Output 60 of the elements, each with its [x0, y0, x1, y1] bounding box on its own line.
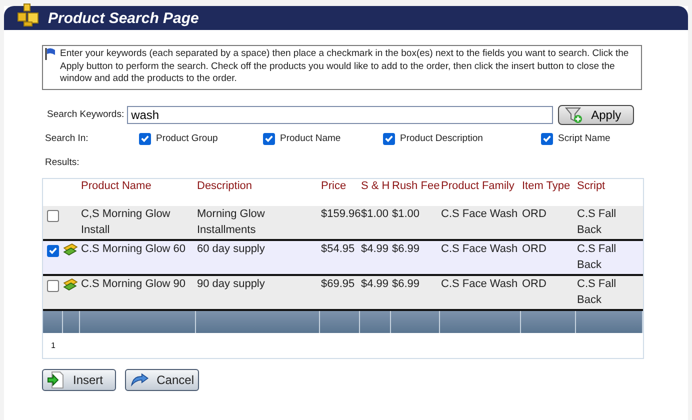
row-checkbox[interactable] [47, 244, 59, 256]
window-title: Product Search Page [48, 10, 199, 26]
flag-icon [45, 48, 56, 60]
table-cell: C.S Face Wash [441, 278, 518, 290]
table-cell: C.S Fall Back [577, 208, 616, 236]
column-header: Rush Fee [392, 180, 440, 192]
table-cell: C.S Fall Back [577, 242, 616, 270]
table-cell: $1.00 [392, 208, 420, 220]
page-number[interactable]: 1 [51, 340, 56, 350]
instructions-text: Enter your keywords (each separated by a space) then place a checkmark in the box(es) next to the fields you want to search. Click the Apply button to perform the search. Check off the products you would like to add to the order, then click the insert button to close the window and add the products to the order. [60, 48, 630, 86]
column-header: Item Type [522, 180, 570, 192]
table-cell: ORD [522, 208, 546, 220]
table-cell: C,S Morning Glow Install [81, 208, 170, 236]
table-cell: $4.99 [361, 242, 389, 254]
option-label: Script Name [558, 133, 610, 144]
search-label: Search Keywords: [46, 109, 124, 120]
row-checkbox[interactable] [47, 280, 59, 292]
table-cell: 60 day supply [197, 242, 265, 254]
column-header: Product Family [441, 180, 514, 192]
column-header: Product Name [81, 180, 152, 192]
results-label: Results: [44, 156, 80, 168]
insert-button[interactable]: Insert [42, 368, 116, 390]
checkbox[interactable] [383, 132, 395, 144]
table-cell: C.S Morning Glow 90 [81, 278, 186, 290]
option-label: Product Name [280, 133, 341, 144]
table-cell: $159.96 [321, 208, 361, 220]
apply-button[interactable]: Apply [558, 104, 634, 124]
option-label: Product Group [156, 133, 218, 144]
table-row[interactable]: C.S Morning Glow 90 90 day supply $69.95 $4.99 $6.99 C.S Face Wash ORD C.S Fall Back [43, 276, 643, 310]
column-header: Price [321, 180, 346, 192]
filter-icon [565, 106, 584, 122]
table-cell: C.S Face Wash [441, 242, 518, 254]
checkbox[interactable] [263, 132, 275, 144]
table-cell: $6.99 [392, 242, 420, 254]
column-header: Script [577, 180, 606, 192]
checkbox[interactable] [541, 132, 553, 144]
table-cell: C.S Fall Back [577, 278, 616, 306]
column-header: S & H [361, 180, 390, 192]
curved-arrow-icon [130, 372, 149, 388]
checkbox[interactable] [139, 132, 151, 144]
document-arrow-icon [47, 370, 65, 388]
table-cell: $69.95 [321, 278, 355, 290]
table-cell: $1.00 [361, 208, 389, 220]
table-cell: Morning Glow Installments [197, 208, 265, 236]
table-row[interactable]: C.S Morning Glow 60 60 day supply $54.95 $4.99 $6.99 C.S Face Wash ORD C.S Fall Back [43, 240, 643, 276]
table-cell: $54.95 [321, 242, 355, 254]
table-cell: C.S Morning Glow 60 [81, 242, 186, 254]
cancel-button[interactable]: Cancel [125, 368, 199, 390]
table-cell: $4.99 [361, 278, 389, 290]
table-cell: $6.99 [392, 278, 420, 290]
search-field[interactable]: wash [127, 106, 554, 124]
table-cell: ORD [522, 242, 546, 254]
table-cell: ORD [522, 278, 546, 290]
column-header: Description [197, 180, 252, 192]
option-label: Product Description [400, 133, 483, 144]
table-row[interactable]: C,S Morning Glow Install Morning Glow Installments $159.96$1.00 $1.00 C.S Face Wash ORD C.S Fall Back [43, 206, 643, 240]
row-checkbox[interactable] [47, 210, 59, 222]
table-cell: C.S Face Wash [441, 208, 518, 220]
table-cell: 90 day supply [197, 278, 265, 290]
search-in-label: Search In: [44, 133, 90, 144]
